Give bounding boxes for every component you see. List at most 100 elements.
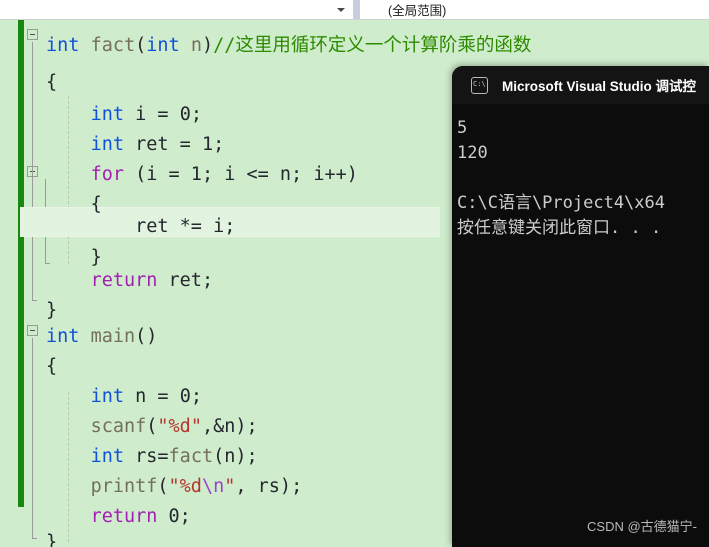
outline-collapse-main[interactable] [27,325,38,336]
glyph-margin[interactable] [24,20,46,547]
token-brace-open: { [46,356,58,377]
console-output-path-line: C:\C语言\Project4\x64 [457,193,665,213]
selection-margin [0,20,18,547]
csdn-watermark: CSDN @古德猫宁- [587,519,697,534]
token-var-ret: ret [135,134,169,155]
code-line-16[interactable]: printf("%d\n", rs); [46,472,303,502]
token-num-0: 0 [179,386,191,407]
token-paren-close: ) [201,35,214,56]
token-string-close: " [224,476,236,497]
token-brace-close: } [90,247,102,268]
token-assign: = [146,386,180,407]
token-num-0: 0 [168,506,180,527]
code-line-9[interactable]: return ret; [46,266,214,296]
code-line-5[interactable]: for (i = 1; i <= n; i++) [46,160,358,190]
token-string-format: "%d" [157,416,202,437]
console-title: Microsoft Visual Studio 调试控 [502,79,697,94]
token-paren-open: ( [135,35,147,56]
token-paren-open: ( [157,476,169,497]
token-var-rs: rs [135,446,158,467]
token-parens: () [135,326,158,347]
token-function-main: main [90,326,136,347]
code-line-3[interactable]: int i = 0; [46,100,202,130]
outline-guide-fact [32,42,33,300]
console-title-bar[interactable]: Microsoft Visual Studio 调试控 [452,66,709,104]
outline-guide-main-end [32,538,37,539]
token-var-i: i [213,216,225,237]
token-semicolon: ; [190,386,202,407]
outline-guide-fact-end [32,300,37,301]
token-assign: = [168,134,202,155]
token-num-1: 1 [201,134,214,155]
token-scanf-args: ,&n); [201,416,258,437]
token-assign: = [146,104,180,125]
token-keyword-int: int [90,104,124,125]
token-keyword-int: int [46,326,80,347]
token-for-clause: (i = 1; i <= n; i++) [123,164,358,185]
outline-guide-main [32,338,33,538]
token-keyword-for: for [90,164,124,185]
code-line-7[interactable]: ret *= i; [46,212,235,242]
token-semicolon: ; [224,216,236,237]
member-dropdown[interactable] [0,0,354,19]
debug-console-window[interactable]: Microsoft Visual Studio 调试控 5 120 C:\C语言… [452,66,709,547]
token-escape-newline: \n [201,476,225,497]
token-num-0: 0 [179,104,191,125]
code-line-13[interactable]: int n = 0; [46,382,202,412]
code-line-17[interactable]: return 0; [46,502,191,532]
token-keyword-int: int [90,386,124,407]
terminal-icon [471,76,488,94]
code-line-12[interactable]: { [46,352,57,382]
token-equals: = [157,446,169,467]
console-output-line: 120 [457,143,488,163]
token-var-ret: ret [168,270,202,291]
token-semicolon: ; [201,270,214,291]
token-printf-args: , rs); [235,476,303,497]
code-line-18[interactable]: } [46,528,57,547]
console-output[interactable]: 5 120 C:\C语言\Project4\x64 按任意键关闭此窗口. . . [452,104,709,547]
scope-dropdown[interactable]: (全局范围) [354,0,709,19]
token-function-fact: fact [90,35,136,56]
token-keyword-int-param: int [146,35,180,56]
code-line-2[interactable]: { [46,68,57,98]
token-var-ret: ret [135,216,169,237]
code-line-4[interactable]: int ret = 1; [46,130,225,160]
token-function-fact-call: fact [168,446,214,467]
token-brace-close: } [46,532,58,547]
token-brace-open: { [46,72,58,93]
code-line-14[interactable]: scanf("%d",&n); [46,412,258,442]
console-output-blank-line [457,166,709,191]
token-keyword-int: int [46,35,80,56]
token-string-open: "%d [168,476,202,497]
token-function-printf: printf [90,476,158,497]
code-line-11[interactable]: int main() [46,322,157,352]
token-mul-assign: *= [168,216,214,237]
token-var-i: i [135,104,147,125]
token-semicolon: ; [213,134,225,155]
token-paren-open: ( [146,416,158,437]
chevron-down-icon[interactable] [337,7,345,12]
code-line-15[interactable]: int rs=fact(n); [46,442,258,472]
outline-collapse-fact[interactable] [27,29,38,40]
token-semicolon: ; [179,506,191,527]
token-keyword-return: return [90,270,158,291]
code-line-1[interactable]: int fact(int n)//这里用循环定义一个计算阶乘的函数 [46,31,531,61]
token-semicolon: ; [190,104,202,125]
scope-dropdown-value: (全局范围) [388,4,447,18]
